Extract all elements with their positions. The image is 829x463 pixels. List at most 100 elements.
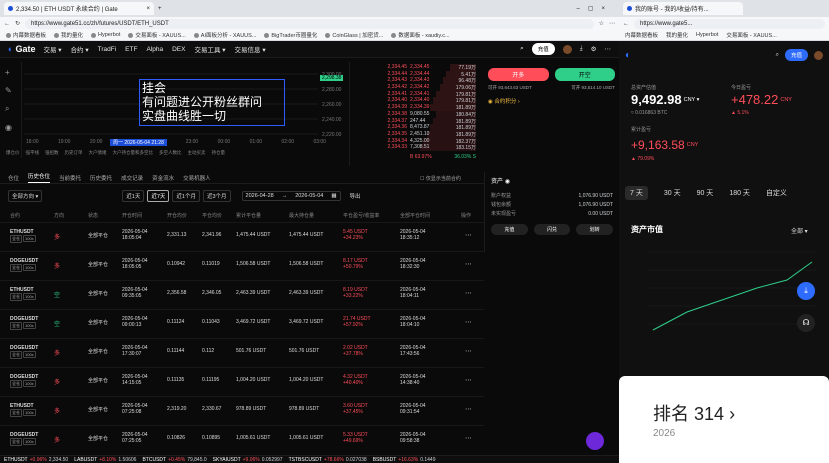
deposit-button[interactable]: 充值 (531, 43, 555, 55)
ask-row[interactable]: 2,334.39 181.89万 (410, 104, 476, 111)
bookmark[interactable]: AI面板分析 - XAUUS... (193, 31, 256, 39)
nav-item[interactable]: TradFi (98, 46, 117, 53)
rank-title[interactable]: 排名 314 › (619, 376, 829, 426)
gate-logo[interactable]: ◐ Gate (8, 44, 35, 54)
more-icon[interactable]: ⋯ (465, 376, 472, 384)
period-tab[interactable]: 90 天 (697, 188, 714, 198)
asset-button[interactable]: 充值 (491, 224, 528, 235)
ask-row[interactable]: 2,334.44 5.41万 (410, 70, 476, 78)
bookmark[interactable]: 交易面板 - XAUUS... (726, 31, 776, 39)
bookmark[interactable]: 内幕数据看板 (6, 31, 46, 39)
zoom-icon[interactable]: ⌕ (5, 104, 16, 114)
ask-row[interactable]: 2,334.40 179.81万 (410, 97, 476, 104)
indicator-item[interactable]: 主动买卖 (188, 150, 206, 156)
more-icon[interactable]: ⋯ (465, 260, 472, 268)
bookmark[interactable]: Hyperbot (91, 32, 120, 38)
period-tab[interactable]: 180 天 (729, 188, 750, 198)
open-short-button[interactable]: 开空 (554, 68, 615, 81)
more-icon[interactable]: ⋯ (605, 45, 612, 53)
table-row[interactable]: DOGEUSDT 全仓 100x 空 全部平仓 2026-05-04 09:00:13 0.1… (0, 309, 484, 337)
more-icon[interactable]: ⋯ (465, 318, 472, 326)
bid-row[interactable]: 247.44 181.89万 (410, 117, 476, 125)
refresh-icon[interactable]: ↻ (15, 20, 20, 27)
window-controls[interactable]: –▢× (576, 5, 619, 12)
bookmark[interactable]: 数据面板 - xaudiy.c... (391, 31, 450, 39)
bookmark[interactable]: CoinGlass | 加密货... (325, 31, 383, 39)
nav-item[interactable]: DEX (172, 46, 185, 53)
bid-row[interactable]: 8,473.87 181.89万 (410, 124, 476, 131)
tab-item[interactable]: 仓位 (8, 174, 19, 182)
tab-item[interactable]: 资金流水 (152, 174, 174, 182)
right-url-input[interactable]: https://www.gate5... (634, 18, 825, 29)
bookmark[interactable]: Hyperbot (696, 32, 718, 38)
table-row[interactable]: DOGEUSDT 全仓 100x 多 全部平仓 2026-05-04 14:15:05 0.1… (0, 367, 484, 395)
indicator-item[interactable]: 多空人数比 (159, 150, 182, 156)
tab-item[interactable]: 成交记录 (121, 174, 143, 182)
market-filter[interactable]: 全部 ▾ (791, 226, 808, 235)
bookmark[interactable]: 我的量化 (666, 31, 688, 39)
bookmark[interactable]: 内幕数据看板 (625, 31, 658, 39)
back-icon[interactable]: ← (4, 21, 10, 27)
period-tab[interactable]: 30 天 (664, 188, 681, 198)
range-button[interactable]: 近7天 (147, 190, 170, 202)
right-tab-active[interactable]: 我的账号 - 我的/收益/持有... (623, 2, 743, 15)
download-icon[interactable]: ⤓ (797, 282, 815, 300)
total-unit[interactable]: CNY ▾ (684, 97, 700, 103)
eye-icon[interactable]: ◉ (505, 179, 510, 185)
ticker-item[interactable]: ETHUSDT +0.96% 2,334.50 (4, 457, 68, 463)
tab-item[interactable]: 交易机器人 (183, 174, 211, 182)
browser-tab-active[interactable]: 2,334.50 | ETH USDT 永续合约 | Gate × (4, 2, 154, 15)
ticker-item[interactable]: SKYAIUSDT +9.06% 0.052997 (213, 457, 283, 463)
asset-button[interactable]: 闪兑 (533, 224, 571, 235)
ticker-item[interactable]: TSTBSCUSDT +78.66% 0.027038 (289, 457, 367, 463)
bookmark[interactable]: 交易面板 - XAUUS... (128, 31, 186, 39)
indicator-item[interactable]: 大户持仓量和多空比 (113, 150, 154, 156)
avatar[interactable] (562, 44, 572, 54)
open-long-button[interactable]: 开多 (488, 68, 549, 81)
more-icon[interactable]: ⋯ (465, 405, 472, 413)
ticker-item[interactable]: BTCUSDT +0.45% 79,845.0 (142, 457, 206, 463)
bid-row[interactable]: 9,080.55 180.84万 (410, 110, 476, 118)
star-icon[interactable]: ☆ (599, 20, 604, 27)
bid-row[interactable]: 2,451.10 181.89万 (410, 130, 476, 138)
pencil-icon[interactable]: ✎ (5, 86, 16, 95)
search-icon[interactable]: ⌕ (776, 52, 779, 59)
ask-row[interactable]: 2,334.45 77.19万 (410, 64, 476, 71)
range-button[interactable]: 近1个月 (172, 190, 200, 202)
ask-row[interactable]: 2,334.42 179.06万 (410, 84, 476, 91)
ticker-item[interactable]: LABUSDT +8.10% 1.50606 (74, 457, 136, 463)
ask-row[interactable]: 2,334.43 96.48万 (410, 77, 476, 84)
bid-row[interactable]: 7,308.51 183.15万 (410, 144, 476, 151)
nav-item[interactable]: 交易 ▾ (43, 44, 61, 54)
more-icon[interactable]: ⋯ (465, 434, 472, 442)
bid-row[interactable]: 4,325.00 182.37万 (410, 137, 476, 145)
nav-item[interactable]: 交易工具 ▾ (194, 44, 225, 54)
indicator-item[interactable]: 大户情绪 (89, 150, 107, 156)
tab-item[interactable]: 历史委托 (90, 174, 112, 182)
more-icon[interactable]: ⋯ (465, 289, 472, 297)
more-icon[interactable]: ⋯ (465, 347, 472, 355)
range-button[interactable]: 近1天 (122, 190, 145, 202)
back-icon[interactable]: ← (623, 21, 629, 27)
more-icon[interactable]: ⋯ (465, 231, 472, 239)
asset-button[interactable]: 划转 (576, 224, 614, 235)
table-row[interactable]: ETHUSDT 全仓 100x 多 全部平仓 2026-05-04 07:25:08 2,31… (0, 396, 484, 424)
indicator-item[interactable]: 持仓量 (212, 150, 226, 156)
table-row[interactable]: DOGEUSDT 全仓 100x 多 全部平仓 2026-05-04 18:05:05 0.1… (0, 251, 484, 279)
nav-item[interactable]: ETF (125, 46, 137, 53)
new-tab-icon[interactable]: + (158, 6, 162, 12)
ask-row[interactable]: 2,334.41 179.81万 (410, 90, 476, 98)
support-bot-icon[interactable] (586, 432, 604, 450)
settings-icon[interactable]: ⚙ (591, 45, 597, 53)
period-tab[interactable]: 自定义 (766, 188, 787, 198)
contract-points[interactable]: ◉ 合约积分 › (488, 97, 615, 105)
table-row[interactable]: ETHUSDT 全仓 100x 多 全部平仓 2026-05-04 18:05:04 2,33… (0, 222, 484, 250)
period-tab[interactable]: 7 天 (625, 186, 648, 200)
search-icon[interactable]: ⌕ (520, 45, 524, 53)
table-row[interactable]: ETHUSDT 全仓 100x 空 全部平仓 2026-05-04 09:35:05 2,35… (0, 280, 484, 308)
bookmark[interactable]: BigTrader币圈量化 (264, 31, 317, 39)
nav-item[interactable]: Alpha (146, 46, 163, 53)
download-icon[interactable]: ⤓ (580, 45, 583, 53)
right-deposit-button[interactable]: 充值 (784, 49, 808, 61)
ticker-item[interactable]: BSBUSDT +16.63% 0.1449 (373, 457, 436, 463)
